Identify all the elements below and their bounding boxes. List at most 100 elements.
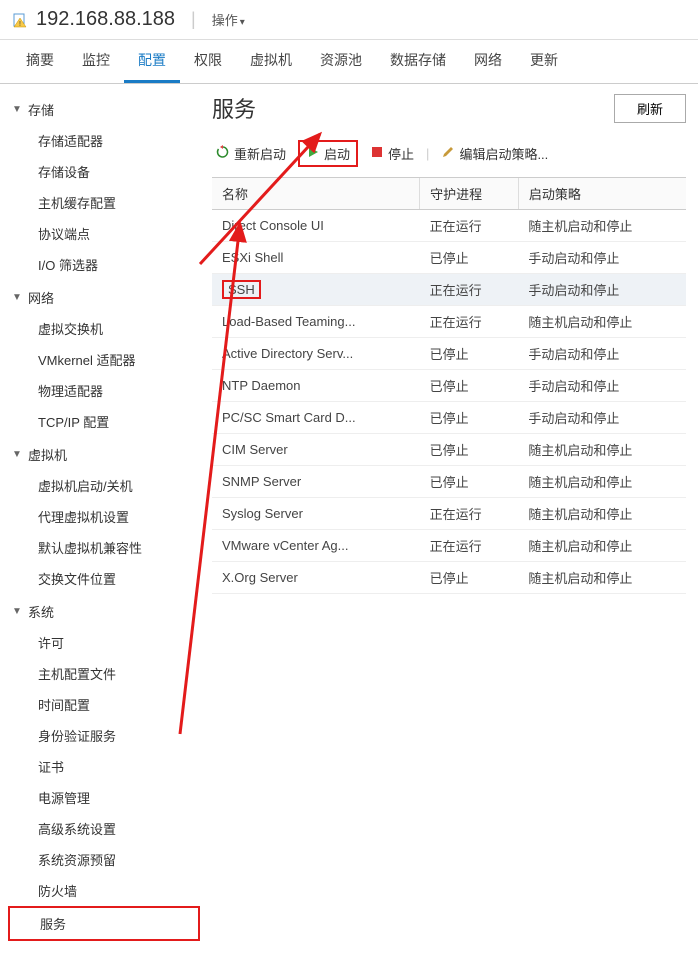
daemon-cell: 已停止 <box>420 242 519 274</box>
sidebar-item-时间配置[interactable]: 时间配置 <box>8 689 200 720</box>
svg-text:!: ! <box>19 21 21 28</box>
service-name-cell: Load-Based Teaming... <box>212 306 420 338</box>
content-pane: 服务 刷新 重新启动 启动 停止 | 编辑启动策略... 名称守护进程启动策 <box>200 84 698 953</box>
daemon-cell: 已停止 <box>420 466 519 498</box>
sidebar-item-物理适配器[interactable]: 物理适配器 <box>8 375 200 406</box>
sidebar-item-服务[interactable]: 服务 <box>8 906 200 941</box>
sidebar-item-许可[interactable]: 许可 <box>8 627 200 658</box>
sidebar-item-电源管理[interactable]: 电源管理 <box>8 782 200 813</box>
table-row[interactable]: Load-Based Teaming...正在运行随主机启动和停止 <box>212 306 686 338</box>
stop-button[interactable]: 停止 <box>366 142 418 165</box>
service-name-cell: VMware vCenter Ag... <box>212 530 420 562</box>
service-name-cell: Active Directory Serv... <box>212 338 420 370</box>
sidebar-item-代理虚拟机设置[interactable]: 代理虚拟机设置 <box>8 501 200 532</box>
tab-监控[interactable]: 监控 <box>68 40 124 83</box>
column-header-名称[interactable]: 名称 <box>212 178 420 210</box>
daemon-cell: 正在运行 <box>420 210 519 242</box>
page-header: ! 192.168.88.188 | 操作▾ <box>0 0 698 40</box>
content-title: 服务 <box>212 92 256 124</box>
chevron-down-icon: ▼ <box>12 292 24 303</box>
daemon-cell: 已停止 <box>420 370 519 402</box>
tab-虚拟机[interactable]: 虚拟机 <box>236 40 306 83</box>
tab-更新[interactable]: 更新 <box>516 40 572 83</box>
services-table: 名称守护进程启动策略 Direct Console UI正在运行随主机启动和停止… <box>212 177 686 594</box>
main-tabs: 摘要监控配置权限虚拟机资源池数据存储网络更新 <box>0 40 698 84</box>
refresh-button[interactable]: 刷新 <box>614 94 686 123</box>
sidebar-item-协议端点[interactable]: 协议端点 <box>8 218 200 249</box>
sidebar-item-默认虚拟机兼容性[interactable]: 默认虚拟机兼容性 <box>8 532 200 563</box>
sidebar-group-网络[interactable]: ▼网络 <box>8 282 200 313</box>
sidebar-item-防火墙[interactable]: 防火墙 <box>8 875 200 906</box>
table-row[interactable]: VMware vCenter Ag...正在运行随主机启动和停止 <box>212 530 686 562</box>
table-row[interactable]: X.Org Server已停止随主机启动和停止 <box>212 562 686 594</box>
table-row[interactable]: ESXi Shell已停止手动启动和停止 <box>212 242 686 274</box>
restart-button[interactable]: 重新启动 <box>212 142 290 165</box>
table-row[interactable]: Syslog Server正在运行随主机启动和停止 <box>212 498 686 530</box>
sidebar-item-证书[interactable]: 证书 <box>8 751 200 782</box>
table-row[interactable]: PC/SC Smart Card D...已停止手动启动和停止 <box>212 402 686 434</box>
config-sidebar: ▼存储存储适配器存储设备主机缓存配置协议端点I/O 筛选器▼网络虚拟交换机VMk… <box>0 84 200 953</box>
sidebar-group-虚拟机[interactable]: ▼虚拟机 <box>8 439 200 470</box>
table-row[interactable]: NTP Daemon已停止手动启动和停止 <box>212 370 686 402</box>
toolbar-separator: | <box>426 146 429 161</box>
policy-cell: 随主机启动和停止 <box>518 210 686 242</box>
policy-cell: 随主机启动和停止 <box>518 434 686 466</box>
service-name-cell: ESXi Shell <box>212 242 420 274</box>
table-row[interactable]: SNMP Server已停止随主机启动和停止 <box>212 466 686 498</box>
policy-cell: 手动启动和停止 <box>518 402 686 434</box>
policy-cell: 随主机启动和停止 <box>518 498 686 530</box>
table-row[interactable]: Active Directory Serv...已停止手动启动和停止 <box>212 338 686 370</box>
sidebar-item-VMkernel 适配器[interactable]: VMkernel 适配器 <box>8 344 200 375</box>
sidebar-item-虚拟交换机[interactable]: 虚拟交换机 <box>8 313 200 344</box>
table-row[interactable]: SSH正在运行手动启动和停止 <box>212 274 686 306</box>
sidebar-item-交换文件位置[interactable]: 交换文件位置 <box>8 563 200 594</box>
sidebar-item-系统资源预留[interactable]: 系统资源预留 <box>8 844 200 875</box>
table-row[interactable]: CIM Server已停止随主机启动和停止 <box>212 434 686 466</box>
header-separator: | <box>191 9 196 30</box>
service-name-cell: NTP Daemon <box>212 370 420 402</box>
service-name-cell: Direct Console UI <box>212 210 420 242</box>
tab-权限[interactable]: 权限 <box>180 40 236 83</box>
daemon-cell: 正在运行 <box>420 274 519 306</box>
edit-startup-policy-button[interactable]: 编辑启动策略... <box>437 142 552 165</box>
sidebar-group-存储[interactable]: ▼存储 <box>8 94 200 125</box>
sidebar-item-主机缓存配置[interactable]: 主机缓存配置 <box>8 187 200 218</box>
chevron-down-icon: ▾ <box>240 17 245 28</box>
tab-摘要[interactable]: 摘要 <box>12 40 68 83</box>
sidebar-item-存储设备[interactable]: 存储设备 <box>8 156 200 187</box>
policy-cell: 随主机启动和停止 <box>518 530 686 562</box>
play-icon <box>306 145 320 162</box>
sidebar-item-身份验证服务[interactable]: 身份验证服务 <box>8 720 200 751</box>
daemon-cell: 已停止 <box>420 562 519 594</box>
daemon-cell: 已停止 <box>420 402 519 434</box>
chevron-down-icon: ▼ <box>12 449 24 460</box>
tab-资源池[interactable]: 资源池 <box>306 40 376 83</box>
services-toolbar: 重新启动 启动 停止 | 编辑启动策略... <box>212 136 686 171</box>
tab-网络[interactable]: 网络 <box>460 40 516 83</box>
column-header-守护进程[interactable]: 守护进程 <box>420 178 519 210</box>
sidebar-item-I/O 筛选器[interactable]: I/O 筛选器 <box>8 249 200 280</box>
sidebar-item-高级系统设置[interactable]: 高级系统设置 <box>8 813 200 844</box>
restart-icon <box>216 145 230 162</box>
column-header-启动策略[interactable]: 启动策略 <box>518 178 686 210</box>
service-name-cell: PC/SC Smart Card D... <box>212 402 420 434</box>
policy-cell: 手动启动和停止 <box>518 338 686 370</box>
table-row[interactable]: Direct Console UI正在运行随主机启动和停止 <box>212 210 686 242</box>
tab-数据存储[interactable]: 数据存储 <box>376 40 460 83</box>
chevron-down-icon: ▼ <box>12 104 24 115</box>
sidebar-group-系统[interactable]: ▼系统 <box>8 596 200 627</box>
sidebar-item-存储适配器[interactable]: 存储适配器 <box>8 125 200 156</box>
host-warning-icon: ! <box>12 12 28 28</box>
tab-配置[interactable]: 配置 <box>124 40 180 83</box>
service-name-cell: SSH <box>212 274 420 306</box>
chevron-down-icon: ▼ <box>12 606 24 617</box>
actions-menu[interactable]: 操作▾ <box>212 10 245 29</box>
sidebar-item-主机配置文件[interactable]: 主机配置文件 <box>8 658 200 689</box>
policy-cell: 随主机启动和停止 <box>518 306 686 338</box>
daemon-cell: 已停止 <box>420 434 519 466</box>
sidebar-item-TCP/IP 配置[interactable]: TCP/IP 配置 <box>8 406 200 437</box>
daemon-cell: 已停止 <box>420 338 519 370</box>
start-button[interactable]: 启动 <box>298 140 358 167</box>
sidebar-item-虚拟机启动/关机[interactable]: 虚拟机启动/关机 <box>8 470 200 501</box>
service-name-cell: X.Org Server <box>212 562 420 594</box>
